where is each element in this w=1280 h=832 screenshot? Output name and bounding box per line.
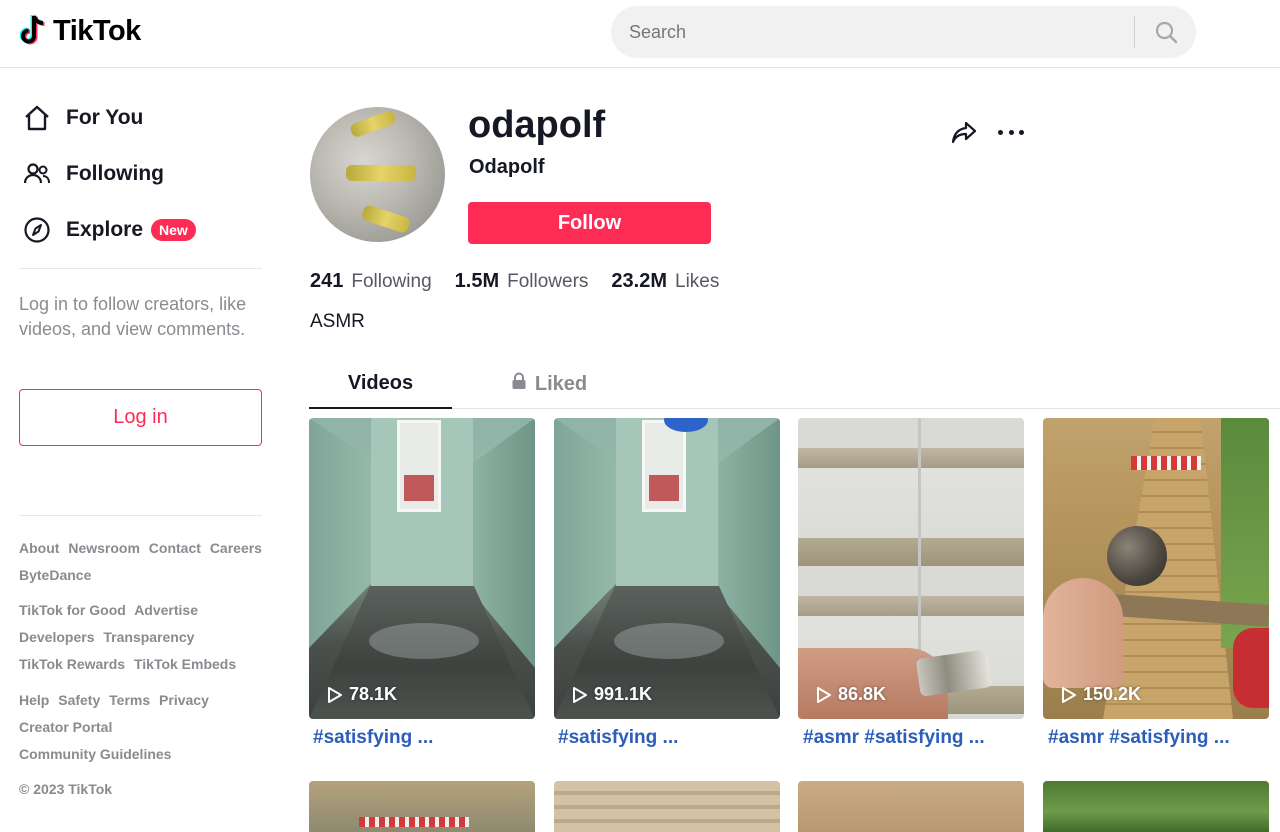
footer-link[interactable]: Creator Portal xyxy=(19,719,112,735)
profile-stats: 241 Following 1.5M Followers 23.2M Likes xyxy=(310,270,742,293)
footer-link[interactable]: Advertise xyxy=(134,602,198,618)
profile-nickname: Odapolf xyxy=(469,156,545,178)
video-card[interactable] xyxy=(554,781,780,832)
footer-link[interactable]: Terms xyxy=(109,692,150,708)
followers-count: 1.5M xyxy=(454,270,500,292)
people-icon xyxy=(22,159,52,189)
footer-link[interactable]: Careers xyxy=(210,540,262,556)
divider xyxy=(19,268,262,269)
search-divider xyxy=(1134,16,1135,48)
footer-links-2c: TikTok Rewards TikTok Embeds xyxy=(19,656,241,672)
footer-links-3b: Creator Portal xyxy=(19,719,117,735)
footer-link[interactable]: Help xyxy=(19,692,49,708)
video-card[interactable]: 150.2K xyxy=(1043,418,1269,719)
tab-liked[interactable]: Liked xyxy=(489,360,609,408)
view-count-value: 991.1K xyxy=(594,684,653,704)
more-options-icon[interactable] xyxy=(996,118,1026,146)
divider xyxy=(19,515,262,516)
play-icon xyxy=(1062,686,1076,703)
video-caption[interactable]: #satisfying ... xyxy=(313,727,433,749)
avatar xyxy=(310,107,445,242)
footer-link[interactable]: Transparency xyxy=(103,629,194,645)
new-badge: New xyxy=(151,219,196,241)
following-count: 241 xyxy=(310,270,344,292)
video-caption[interactable]: #satisfying ... xyxy=(558,727,678,749)
likes-label: Likes xyxy=(675,271,720,292)
footer-link[interactable]: ByteDance xyxy=(19,567,91,583)
view-count-value: 86.8K xyxy=(838,684,887,704)
top-bar: TikTok xyxy=(0,0,1280,68)
logo-wordmark: TikTok xyxy=(53,14,141,47)
tab-label: Videos xyxy=(347,372,414,394)
search-input[interactable] xyxy=(629,6,1129,58)
view-count: 150.2K xyxy=(1061,684,1141,705)
footer-links-3: Help Safety Terms Privacy xyxy=(19,692,214,708)
following-label: Following xyxy=(351,271,432,292)
view-count: 78.1K xyxy=(327,684,397,705)
footer-link[interactable]: TikTok Embeds xyxy=(134,656,236,672)
footer-link[interactable]: Developers xyxy=(19,629,94,645)
nav-following[interactable]: Following xyxy=(22,158,164,190)
footer-link[interactable]: Safety xyxy=(58,692,100,708)
video-card[interactable] xyxy=(309,781,535,832)
copyright: © 2023 TikTok xyxy=(19,781,113,797)
view-count: 991.1K xyxy=(572,684,652,705)
video-caption[interactable]: #asmr #satisfying ... xyxy=(1048,727,1230,749)
footer-links-3c: Community Guidelines xyxy=(19,746,176,762)
video-caption[interactable]: #asmr #satisfying ... xyxy=(803,727,985,749)
profile-username: odapolf xyxy=(468,104,606,146)
play-icon xyxy=(328,686,342,703)
footer-links-2b: Developers Transparency xyxy=(19,629,199,645)
video-card[interactable]: 991.1K xyxy=(554,418,780,719)
view-count-value: 150.2K xyxy=(1083,684,1142,704)
profile-tabs: Videos Liked xyxy=(309,360,1280,409)
video-card[interactable]: 78.1K xyxy=(309,418,535,719)
tiktok-note-icon xyxy=(19,14,50,48)
footer-link[interactable]: About xyxy=(19,540,59,556)
share-icon[interactable] xyxy=(950,118,978,146)
footer-link[interactable]: Privacy xyxy=(159,692,209,708)
footer-links-2: TikTok for Good Advertise xyxy=(19,602,203,618)
nav-for-you[interactable]: For You xyxy=(22,102,143,134)
play-icon xyxy=(817,686,831,703)
followers-label: Followers xyxy=(507,271,589,292)
video-card[interactable]: 86.8K xyxy=(798,418,1024,719)
profile-bio: ASMR xyxy=(310,311,365,332)
sidebar: For You Following Explore New Log in to … xyxy=(0,68,282,832)
nav-explore[interactable]: Explore New xyxy=(22,214,196,246)
video-card[interactable] xyxy=(798,781,1024,832)
footer-links-1: About Newsroom Contact Careers xyxy=(19,540,267,556)
tiktok-logo[interactable]: TikTok xyxy=(19,14,141,48)
footer-links-1b: ByteDance xyxy=(19,567,96,583)
view-count-value: 78.1K xyxy=(349,684,398,704)
footer-link[interactable]: Contact xyxy=(149,540,201,556)
video-card[interactable] xyxy=(1043,781,1269,832)
lock-icon xyxy=(511,372,527,396)
tab-videos[interactable]: Videos xyxy=(309,360,452,409)
view-count: 86.8K xyxy=(816,684,886,705)
search-icon xyxy=(1155,21,1178,44)
nav-label: Following xyxy=(66,162,164,185)
play-icon xyxy=(573,686,587,703)
login-button[interactable]: Log in xyxy=(19,389,262,446)
footer-link[interactable]: TikTok for Good xyxy=(19,602,126,618)
compass-icon xyxy=(22,215,52,245)
tab-label: Liked xyxy=(534,372,588,395)
follow-button[interactable]: Follow xyxy=(468,202,711,244)
nav-label: For You xyxy=(66,106,144,129)
footer-link[interactable]: TikTok Rewards xyxy=(19,656,125,672)
search-button[interactable] xyxy=(1149,16,1183,48)
search-bar xyxy=(611,6,1196,58)
nav-label: Explore xyxy=(66,218,144,241)
likes-count: 23.2M xyxy=(611,270,668,292)
home-icon xyxy=(22,103,52,133)
login-prompt: Log in to follow creators, like videos, … xyxy=(19,294,247,339)
footer-link[interactable]: Community Guidelines xyxy=(19,746,171,762)
footer-link[interactable]: Newsroom xyxy=(68,540,140,556)
